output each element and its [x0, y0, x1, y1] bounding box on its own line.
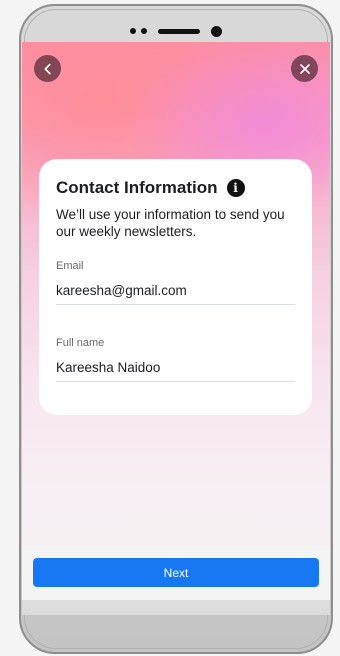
phone-notch — [121, 24, 231, 38]
app-screen: Contact Information i We’ll use your inf… — [22, 42, 330, 615]
front-camera — [211, 25, 222, 37]
page: Contact Information i We’ll use your inf… — [0, 0, 340, 656]
card-header: Contact Information i — [56, 178, 295, 198]
speaker-grille — [158, 28, 200, 34]
next-button[interactable]: Next — [33, 558, 319, 587]
home-indicator-area — [22, 600, 330, 615]
contact-info-card: Contact Information i We’ll use your inf… — [39, 159, 312, 415]
email-field-group: Email — [56, 260, 295, 305]
full-name-label: Full name — [56, 337, 105, 349]
sensor-dot — [141, 28, 147, 34]
info-icon[interactable]: i — [226, 179, 245, 197]
bottom-action-bar: Next — [22, 546, 330, 615]
back-button[interactable] — [34, 55, 61, 82]
email-field[interactable] — [56, 283, 295, 305]
email-label: Email — [56, 260, 84, 272]
full-name-field[interactable] — [56, 360, 295, 382]
card-description: We’ll use your information to send you o… — [56, 207, 285, 239]
sensor-dot — [130, 28, 136, 34]
full-name-field-group: Full name — [56, 337, 295, 382]
close-button[interactable] — [291, 55, 318, 82]
chevron-left-icon — [44, 63, 51, 74]
close-icon — [299, 63, 310, 74]
card-title: Contact Information — [56, 178, 218, 197]
